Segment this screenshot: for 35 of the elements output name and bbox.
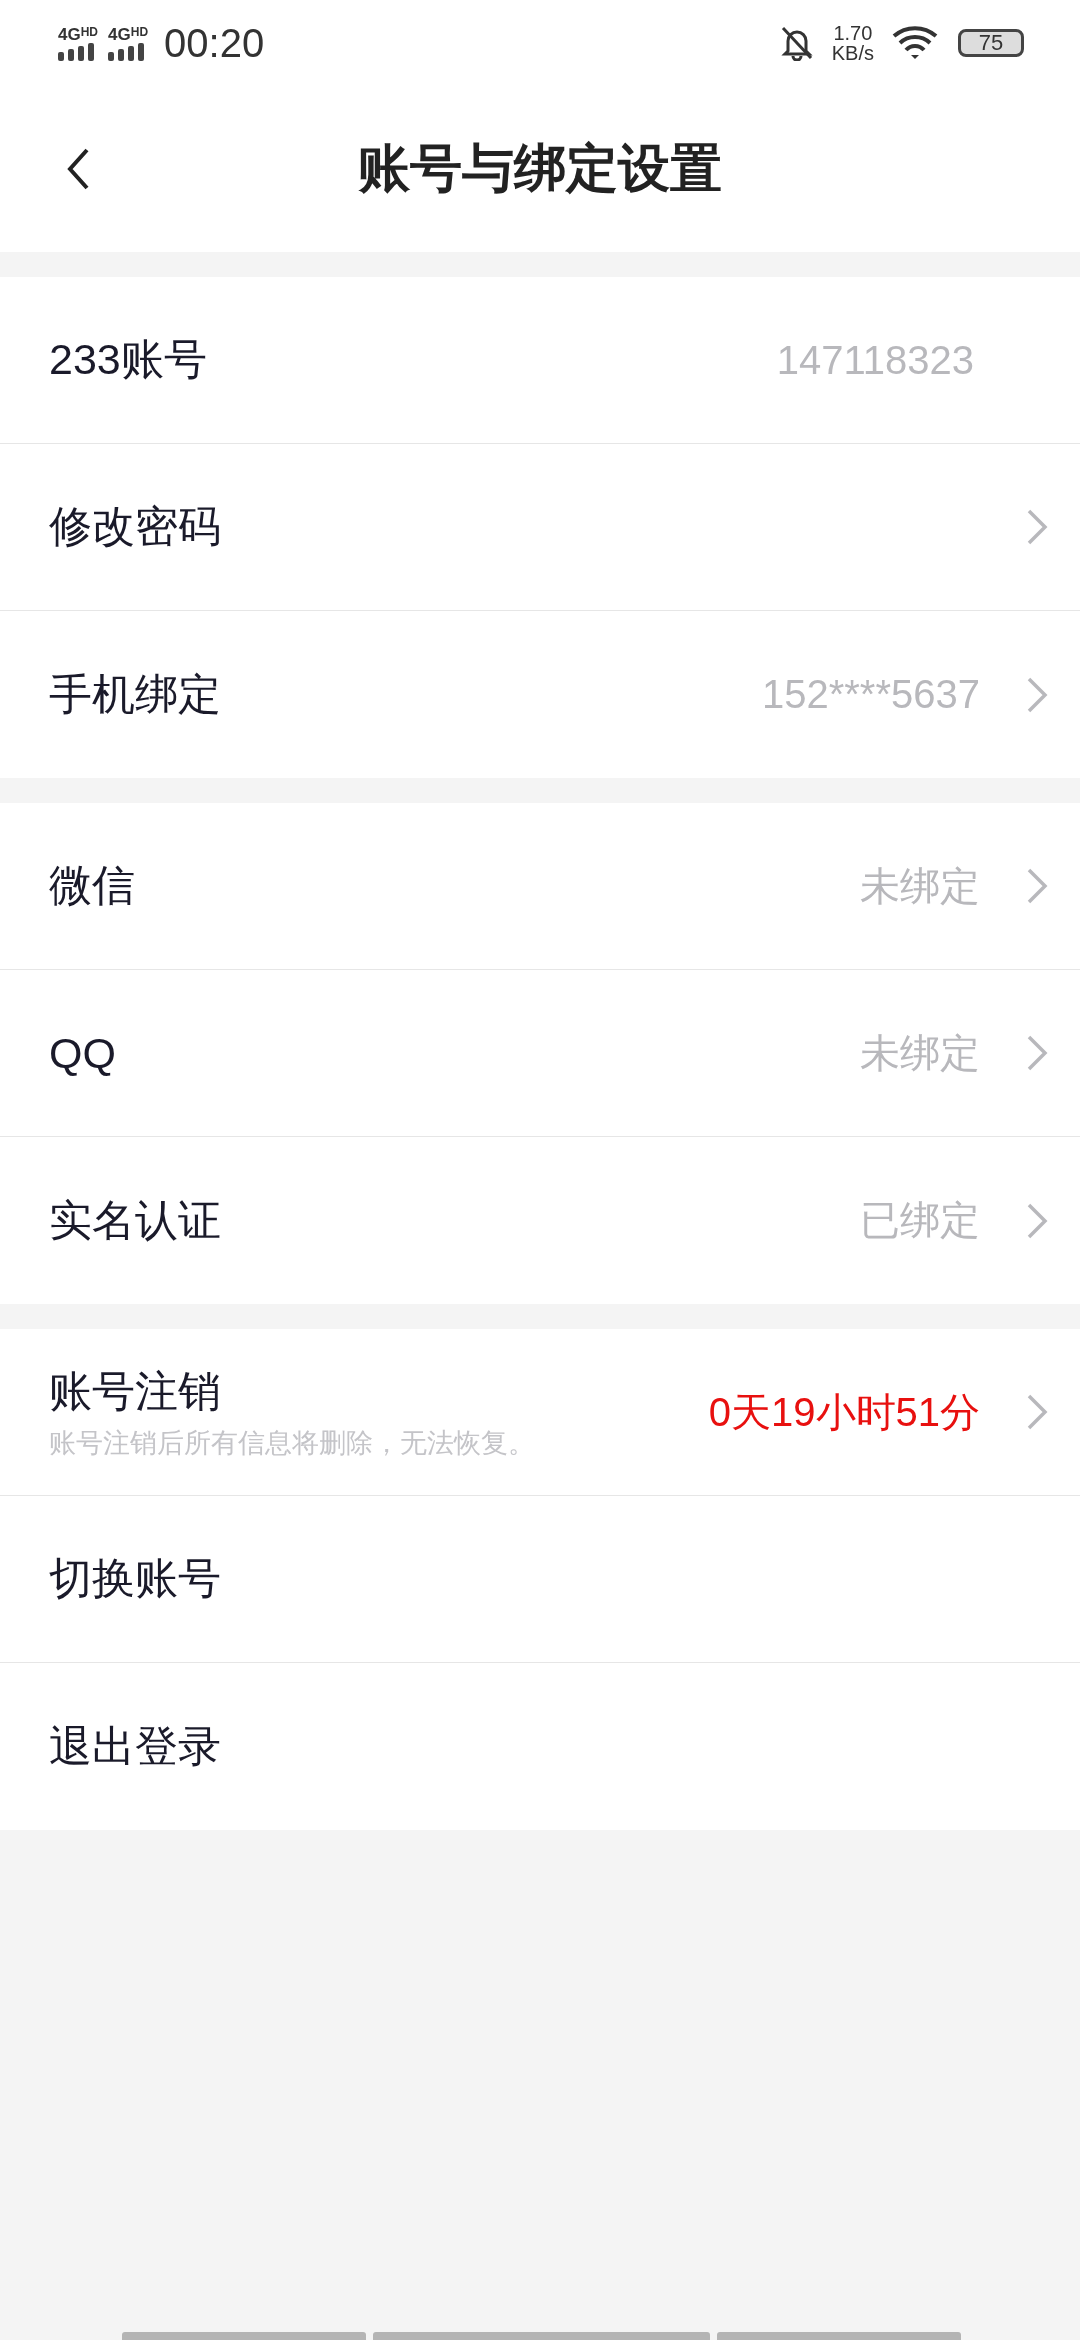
settings-row[interactable]: 修改密码 bbox=[0, 444, 1080, 611]
settings-row[interactable]: 账号注销 账号注销后所有信息将删除，无法恢复。 0天19小时51分 bbox=[0, 1329, 1080, 1496]
back-icon bbox=[66, 147, 90, 191]
row-label: 微信 bbox=[49, 860, 135, 911]
row-value: 已绑定 bbox=[860, 1197, 980, 1244]
speed-unit: KB/s bbox=[831, 43, 874, 63]
row-value: 未绑定 bbox=[860, 862, 980, 910]
battery-icon: 75 bbox=[958, 29, 1024, 57]
row-label: 233账号 bbox=[49, 334, 207, 385]
row-subtitle: 账号注销后所有信息将删除，无法恢复。 bbox=[49, 1427, 535, 1460]
row-label: 退出登录 bbox=[49, 1720, 221, 1772]
row-value: 147118323 bbox=[776, 337, 974, 383]
wifi-icon bbox=[892, 26, 940, 60]
row-value: 152****5637 bbox=[762, 672, 980, 717]
settings-row[interactable]: 手机绑定 152****5637 bbox=[0, 611, 1080, 778]
settings-row[interactable]: 微信 未绑定 bbox=[0, 803, 1080, 970]
network-speed: 1.70 bbox=[833, 23, 873, 43]
signal-icon bbox=[58, 42, 96, 61]
row-label: 修改密码 bbox=[49, 501, 221, 552]
settings-row[interactable]: 233账号 147118323 bbox=[0, 277, 1080, 444]
row-value: 未绑定 bbox=[860, 1029, 980, 1077]
settings-row[interactable]: 实名认证 已绑定 bbox=[0, 1137, 1080, 1304]
row-label: 账号注销 bbox=[49, 1366, 222, 1417]
settings-row[interactable]: 退出登录 bbox=[0, 1663, 1080, 1830]
row-label: 手机绑定 bbox=[49, 668, 221, 720]
row-label: 实名认证 bbox=[49, 1194, 221, 1246]
signal-icon bbox=[108, 42, 147, 61]
row-label: 切换账号 bbox=[49, 1553, 221, 1604]
row-value: 0天19小时51分 bbox=[708, 1388, 980, 1436]
settings-row[interactable]: 切换账号 bbox=[0, 1496, 1080, 1663]
clock: 00:20 bbox=[164, 20, 265, 66]
settings-row[interactable]: QQ 未绑定 bbox=[0, 970, 1080, 1137]
page-title: 账号与绑定设置 bbox=[358, 138, 722, 199]
muted-bell-icon bbox=[779, 25, 814, 61]
row-label: QQ bbox=[49, 1028, 116, 1078]
